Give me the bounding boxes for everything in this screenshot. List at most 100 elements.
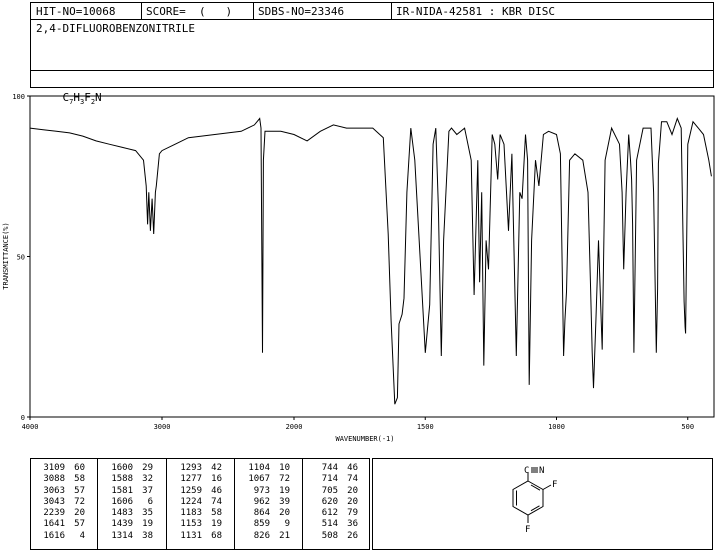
peak-transmittance: 42: [211, 463, 222, 473]
peak-wavenumber: 2239: [43, 508, 65, 519]
peak-transmittance: 68: [211, 530, 222, 541]
peak-wavenumber: 864: [253, 508, 270, 519]
peak-transmittance: 19: [142, 519, 153, 530]
peak-transmittance: 35: [142, 508, 153, 519]
peak-transmittance: 20: [347, 496, 358, 507]
x-tick-label: 4000: [22, 423, 39, 431]
peak-transmittance: 38: [142, 530, 153, 541]
peak-table: 3109 3088 3063 3043 2239 1641 1616 60 58 57 72 20 57…: [30, 458, 370, 550]
peak-transmittance: 60: [74, 463, 85, 473]
peak-wavenumber: 1439: [111, 519, 133, 530]
peak-transmittance: 36: [347, 519, 358, 530]
peak-wavenumber: 859: [253, 519, 270, 530]
peak-wavenumber: 1314: [111, 530, 133, 541]
peak-wavenumber: 3043: [43, 496, 65, 507]
x-tick-label: 1500: [417, 423, 434, 431]
peak-transmittance-column: 46 74 20 20 79 36 26: [342, 463, 358, 542]
peak-transmittance: 58: [211, 508, 222, 519]
peak-wavenumber: 1224: [180, 496, 202, 507]
peak-transmittance: 58: [74, 474, 85, 485]
atom-label: F: [552, 480, 557, 490]
peak-wavenumber: 508: [321, 530, 338, 541]
peak-wavenumber-column: 1600 1588 1581 1606 1483 1439 1314: [103, 463, 133, 542]
peak-transmittance: 29: [142, 463, 153, 473]
peak-table-divider: [302, 459, 303, 549]
x-tick-label: 1000: [548, 423, 565, 431]
peak-transmittance: 20: [279, 508, 290, 519]
peak-wavenumber: 612: [321, 508, 338, 519]
peak-wavenumber: 3088: [43, 474, 65, 485]
peak-wavenumber: 3063: [43, 485, 65, 496]
peak-transmittance: 16: [211, 474, 222, 485]
peak-wavenumber: 714: [321, 474, 338, 485]
peak-transmittance: 72: [74, 496, 85, 507]
atom-label: C: [524, 466, 529, 476]
peak-wavenumber: 744: [321, 463, 338, 473]
peak-wavenumber: 962: [253, 496, 270, 507]
peak-transmittance-column: 10 72 19 39 20 9 21: [274, 463, 290, 542]
peak-transmittance: 74: [347, 474, 358, 485]
compound-name-box: 2,4-DIFLUOROBENZONITRILE: [30, 19, 714, 71]
peak-transmittance: 37: [142, 485, 153, 496]
peak-wavenumber: 1153: [180, 519, 202, 530]
peak-transmittance: 57: [74, 519, 85, 530]
peak-transmittance: 74: [211, 496, 222, 507]
formula-box: C7H3F2N: [30, 70, 714, 107]
peak-wavenumber: 1259: [180, 485, 202, 496]
atom-label: F: [525, 525, 530, 535]
axis-ticks: [27, 95, 689, 420]
y-tick-label: 50: [17, 254, 25, 262]
sdbs-number: SDBS-NO=23346: [258, 5, 345, 18]
peak-wavenumber-column: 744 714 705 620 612 514 508: [308, 463, 338, 542]
x-tick-label: 500: [681, 423, 694, 431]
molecular-formula: C7H3F2N: [62, 91, 102, 107]
peak-wavenumber: 1183: [180, 508, 202, 519]
y-axis-label: TRANSMITTANCE(%): [2, 222, 10, 289]
peak-wavenumber: 1581: [111, 485, 133, 496]
peak-transmittance: 79: [347, 508, 358, 519]
peak-transmittance: 19: [279, 485, 290, 496]
molecule-structure: C N F F: [512, 466, 557, 535]
y-tick-label: 0: [21, 414, 25, 422]
peak-transmittance: 10: [279, 463, 290, 473]
plot-frame: [29, 95, 715, 418]
peak-transmittance: 19: [211, 519, 222, 530]
peak-wavenumber: 1277: [180, 474, 202, 485]
peak-table-divider: [234, 459, 235, 549]
peak-wavenumber: 1616: [43, 530, 65, 541]
peak-transmittance-column: 60 58 57 72 20 57 4: [69, 463, 85, 542]
peak-transmittance: 20: [74, 508, 85, 519]
peak-wavenumber: 1588: [111, 474, 133, 485]
peak-wavenumber: 1606: [111, 496, 133, 507]
peak-transmittance: 32: [142, 474, 153, 485]
peak-wavenumber: 1483: [111, 508, 133, 519]
peak-transmittance: 46: [347, 463, 358, 473]
peak-wavenumber: 826: [253, 530, 270, 541]
peak-transmittance: 9: [284, 519, 290, 530]
peak-wavenumber: 1104: [248, 463, 270, 473]
peak-wavenumber-column: 1293 1277 1259 1224 1183 1153 1131: [172, 463, 202, 542]
atom-label: N: [539, 466, 544, 476]
x-tick-label: 3000: [154, 423, 171, 431]
spectrum-line: [29, 117, 712, 405]
y-tick-label: 100: [12, 93, 25, 101]
peak-transmittance-column: 29 32 37 6 35 19 38: [137, 463, 153, 542]
score: SCORE= ( ): [146, 5, 233, 18]
peak-transmittance: 57: [74, 485, 85, 496]
header-bar: HIT-NO=10068 SCORE= ( ) SDBS-NO=23346 IR…: [30, 2, 714, 20]
peak-table-divider: [166, 459, 167, 549]
peak-wavenumber: 705: [321, 485, 338, 496]
peak-table-divider: [97, 459, 98, 549]
peak-transmittance-column: 42 16 46 74 58 19 68: [206, 463, 222, 542]
peak-transmittance: 46: [211, 485, 222, 496]
x-tick-label: 2000: [286, 423, 303, 431]
peak-wavenumber: 1641: [43, 519, 65, 530]
peak-wavenumber-column: 1104 1067 973 962 864 859 826: [240, 463, 270, 542]
peak-wavenumber: 1131: [180, 530, 202, 541]
x-axis-label: WAVENUMBER(-1): [335, 435, 394, 443]
peak-wavenumber: 514: [321, 519, 338, 530]
hit-number: HIT-NO=10068: [36, 5, 116, 18]
peak-wavenumber: 1067: [248, 474, 270, 485]
peak-wavenumber: 1293: [180, 463, 202, 473]
peak-wavenumber: 620: [321, 496, 338, 507]
